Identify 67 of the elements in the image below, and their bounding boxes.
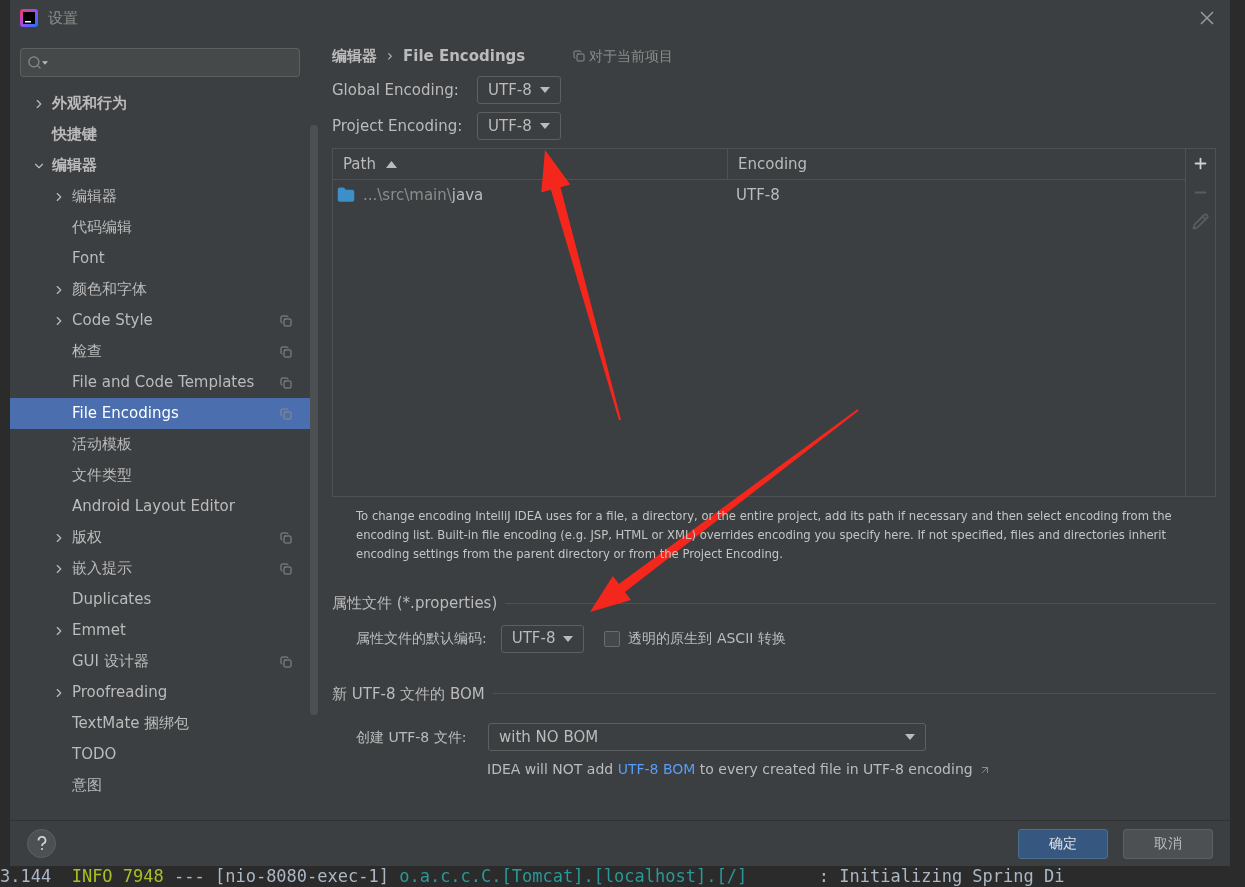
encoding-dropdown[interactable]: UTF-8 <box>477 112 561 140</box>
project-scope-icon <box>573 50 586 62</box>
search-icon <box>27 55 42 70</box>
settings-tree-item[interactable]: 编辑器 <box>10 181 310 212</box>
settings-tree-item[interactable]: 嵌入提示 <box>10 553 310 584</box>
scope-label: 对于当前项目 <box>589 46 674 66</box>
settings-tree-item[interactable]: 意图 <box>10 770 310 801</box>
settings-tree-item[interactable]: 版权 <box>10 522 310 553</box>
breadcrumb-separator: › <box>387 45 393 67</box>
dropdown-caret-icon <box>539 123 550 129</box>
settings-tree-item[interactable]: Android Layout Editor <box>10 491 310 522</box>
settings-tree-item[interactable]: 代码编辑 <box>10 212 310 243</box>
settings-tree-item[interactable]: Emmet <box>10 615 310 646</box>
field-label: Project Encoding: <box>332 115 459 137</box>
settings-tree-item[interactable]: Font <box>10 243 310 274</box>
settings-tree-item[interactable]: Proofreading <box>10 677 310 708</box>
encoding-dropdown[interactable]: UTF-8 <box>500 624 585 653</box>
settings-tree-item[interactable]: GUI 设计器 <box>10 646 310 677</box>
settings-tree-item[interactable]: TODO <box>10 739 310 770</box>
dropdown-caret-icon <box>905 734 915 740</box>
checkbox[interactable] <box>604 630 621 647</box>
field-label: 创建 UTF-8 文件: <box>356 727 468 747</box>
settings-tree-item[interactable]: 检查 <box>10 336 310 367</box>
table-cell-text: UTF-8 <box>735 184 781 206</box>
window-title: 设置 <box>48 7 78 29</box>
table-cell: ...\src\main\java <box>333 183 728 207</box>
add-icon[interactable] <box>1192 155 1209 172</box>
help-icon <box>36 836 47 851</box>
settings-tree-item[interactable]: 快捷键 <box>10 119 310 150</box>
encoding-dropdown[interactable]: UTF-8 <box>477 76 561 104</box>
settings-tree-item[interactable]: 编辑器 <box>10 150 310 181</box>
column-header[interactable]: Encoding <box>728 149 1185 179</box>
console-log-text: : Initializing Spring Di <box>817 866 1065 886</box>
settings-tree-item[interactable]: Duplicates <box>10 584 310 615</box>
breadcrumb-current: File Encodings <box>403 45 526 67</box>
settings-tree-item[interactable]: 颜色和字体 <box>10 274 310 305</box>
console-log-text: 3.144 <box>0 866 53 886</box>
bom-dropdown[interactable]: with NO BOM <box>488 723 926 751</box>
ok-button[interactable]: 确定 <box>1018 828 1108 859</box>
bom-link[interactable]: UTF-8 BOM <box>617 761 696 777</box>
console-log-text: --- [nio-8080-exec-1] <box>173 866 390 886</box>
settings-tree-item[interactable]: File Encodings <box>10 398 310 429</box>
breadcrumb-parent[interactable]: 编辑器 <box>332 44 377 68</box>
app-logo-icon <box>20 9 38 27</box>
scrollbar-thumb[interactable] <box>310 125 318 715</box>
close-icon[interactable] <box>1200 11 1214 25</box>
settings-tree-item[interactable]: Code Style <box>10 305 310 336</box>
field-label: 属性文件的默认编码: <box>356 629 487 648</box>
settings-tree-item[interactable]: File and Code Templates <box>10 367 310 398</box>
settings-tree-item[interactable]: TextMate 捆绑包 <box>10 708 310 739</box>
dropdown-caret-icon <box>539 87 550 93</box>
settings-tree-item[interactable]: 活动模板 <box>10 429 310 460</box>
dropdown-caret-icon <box>42 60 48 65</box>
console-log-text: INFO 7948 <box>71 866 164 886</box>
bom-note: IDEA will NOT add UTF-8 BOM to every created file in UTF-8 encoding <box>487 760 973 779</box>
folder-icon <box>337 186 355 204</box>
console-log-text: o.a.c.c.C.[Tomcat].[localhost].[/] <box>399 866 748 886</box>
field-label: Global Encoding: <box>332 79 459 101</box>
settings-tree-item[interactable]: 文件类型 <box>10 460 310 491</box>
search-field[interactable] <box>20 48 300 77</box>
checkbox-label: 透明的原生到 ASCII 转换 <box>628 629 786 648</box>
section-title: 属性文件 (*.properties) <box>332 593 498 614</box>
cancel-button[interactable]: 取消 <box>1123 828 1213 859</box>
section-title: 新 UTF-8 文件的 BOM <box>332 683 485 705</box>
help-button[interactable] <box>27 829 56 858</box>
settings-tree-item[interactable]: 外观和行为 <box>10 88 310 119</box>
dropdown-caret-icon <box>563 635 574 642</box>
